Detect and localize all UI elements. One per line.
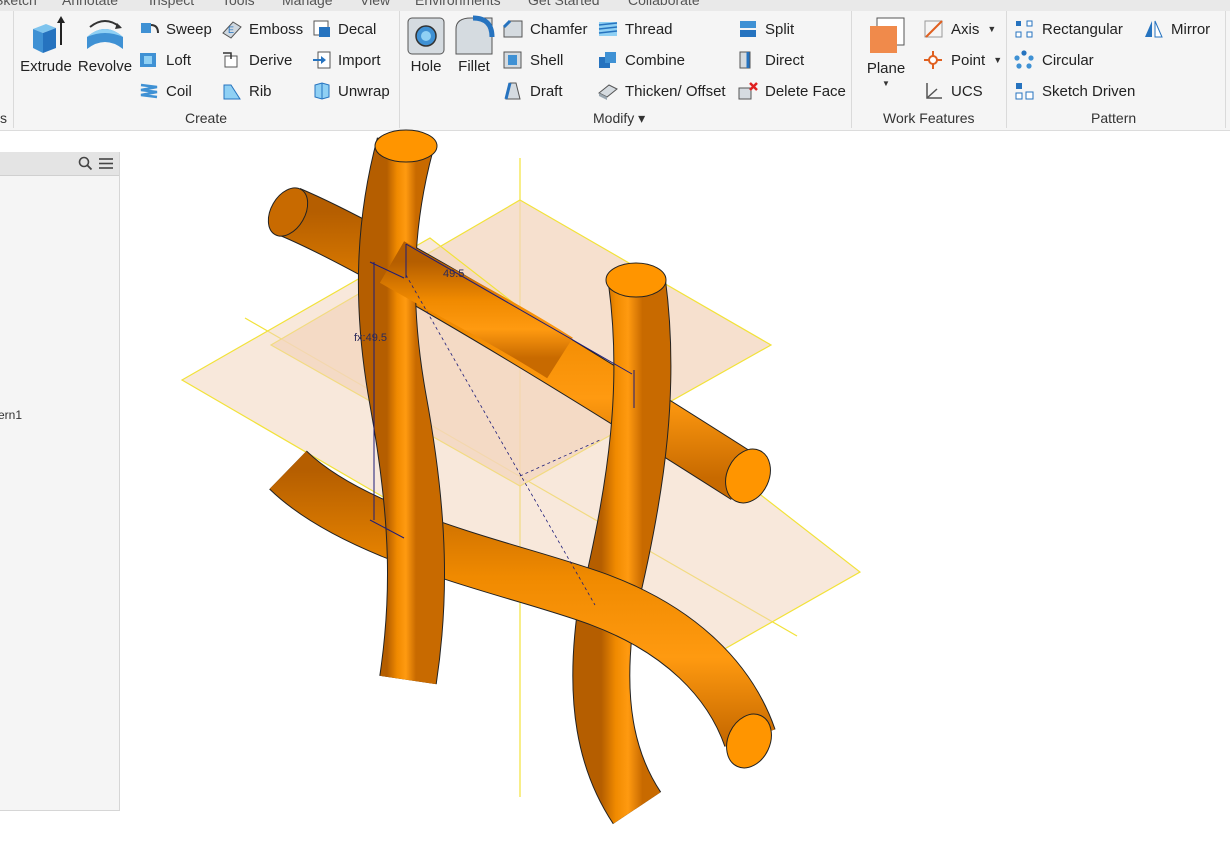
tube-end-cap bbox=[374, 129, 438, 163]
tube-end-cap bbox=[605, 262, 667, 298]
graphics-viewport[interactable]: 49.5 fx:49.5 bbox=[0, 0, 1230, 852]
dimension-vertical-value[interactable]: fx:49.5 bbox=[354, 332, 387, 344]
dimension-horizontal-value[interactable]: 49.5 bbox=[443, 268, 464, 280]
tube-left-vertical bbox=[358, 137, 445, 685]
